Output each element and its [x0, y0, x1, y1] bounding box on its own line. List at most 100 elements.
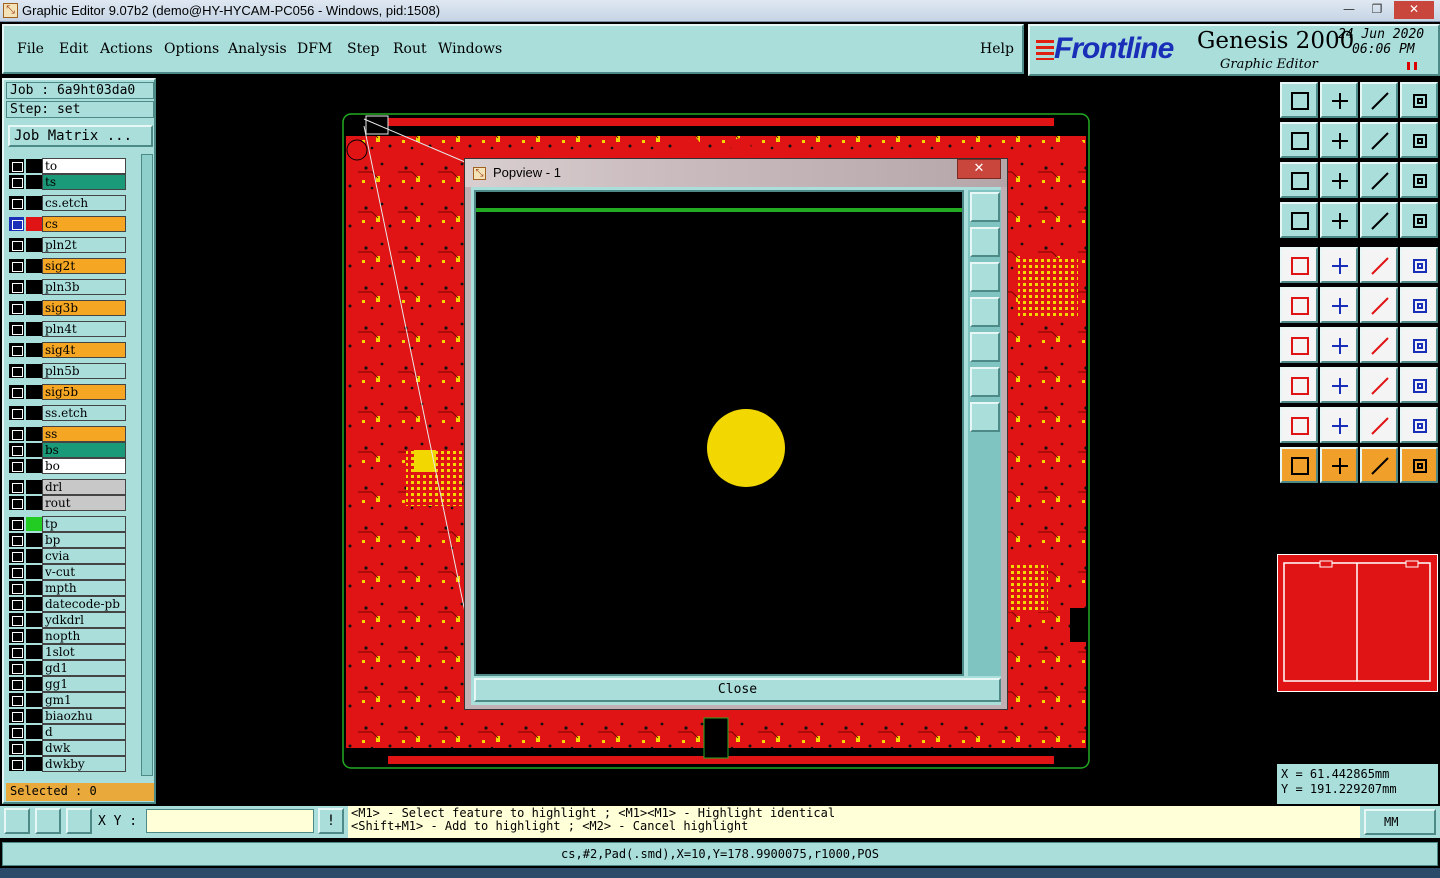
popview-canvas[interactable]: [474, 190, 964, 676]
layer-color-swatch[interactable]: [26, 645, 42, 659]
drc-check-icon[interactable]: [1400, 407, 1438, 443]
add-icon[interactable]: [1320, 247, 1358, 283]
menu-analysis[interactable]: Analysis: [228, 41, 287, 57]
pointer-icon[interactable]: [1280, 447, 1318, 483]
layer-checkbox[interactable]: [9, 549, 24, 563]
layer-name[interactable]: pln2t: [42, 237, 126, 253]
layer-name[interactable]: d: [42, 724, 126, 740]
layer-row[interactable]: drl: [8, 479, 128, 495]
fit-icon[interactable]: [1280, 162, 1318, 198]
layer-checkbox[interactable]: [9, 725, 24, 739]
layer-name[interactable]: dwk: [42, 740, 126, 756]
copy-icon[interactable]: [1400, 287, 1438, 323]
popview-pan-up-icon[interactable]: [970, 227, 1000, 257]
layer-name[interactable]: v-cut: [42, 564, 126, 580]
popview-pan-left-icon[interactable]: [970, 297, 1000, 327]
layer-name[interactable]: pln5b: [42, 363, 126, 379]
layer-row[interactable]: sig5b: [8, 384, 128, 400]
layer-checkbox[interactable]: [9, 196, 24, 210]
layer-color-swatch[interactable]: [26, 709, 42, 723]
layer-row[interactable]: ts: [8, 174, 128, 190]
popview-fit-icon[interactable]: [970, 367, 1000, 397]
layer-name[interactable]: gm1: [42, 692, 126, 708]
pan-right-icon[interactable]: [1320, 122, 1358, 158]
route-icon[interactable]: [1400, 447, 1438, 483]
layer-color-swatch[interactable]: [26, 238, 42, 252]
layer-row[interactable]: pln3b: [8, 279, 128, 295]
layer-checkbox[interactable]: [9, 280, 24, 294]
layer-color-swatch[interactable]: [26, 259, 42, 273]
layer-name[interactable]: cs: [42, 216, 126, 232]
center-icon[interactable]: [1320, 162, 1358, 198]
layer-color-swatch[interactable]: [26, 581, 42, 595]
layer-checkbox[interactable]: [9, 629, 24, 643]
menu-dfm[interactable]: DFM: [297, 41, 332, 57]
menu-windows[interactable]: Windows: [438, 41, 502, 57]
layer-row[interactable]: bs: [8, 442, 128, 458]
measure-icon[interactable]: [1360, 247, 1398, 283]
layer-checkbox[interactable]: [9, 597, 24, 611]
step-icon[interactable]: [1400, 122, 1438, 158]
snap-icon[interactable]: [1360, 202, 1398, 238]
layer-checkbox[interactable]: [9, 259, 24, 273]
layer-checkbox[interactable]: [9, 709, 24, 723]
layer-name[interactable]: 1slot: [42, 644, 126, 660]
layer-checkbox[interactable]: [9, 613, 24, 627]
layer-checkbox[interactable]: [9, 677, 24, 691]
layer-name[interactable]: gg1: [42, 676, 126, 692]
layer-row[interactable]: pln2t: [8, 237, 128, 253]
layer-name[interactable]: cs.etch: [42, 195, 126, 211]
layer-color-swatch[interactable]: [26, 175, 42, 189]
close-window-button[interactable]: ✕: [1394, 1, 1434, 19]
layer-name[interactable]: biaozhu: [42, 708, 126, 724]
layer-row[interactable]: gg1: [8, 676, 128, 692]
popview-center-icon[interactable]: [970, 402, 1000, 432]
connect-icon[interactable]: [1280, 367, 1318, 403]
menu-rout[interactable]: Rout: [393, 41, 427, 57]
layer-checkbox[interactable]: [9, 301, 24, 315]
layer-row[interactable]: sig3b: [8, 300, 128, 316]
layer-color-swatch[interactable]: [26, 496, 42, 510]
xy-input[interactable]: [146, 809, 314, 833]
resize-icon[interactable]: [1360, 367, 1398, 403]
layer-color-swatch[interactable]: [26, 757, 42, 771]
layer-color-swatch[interactable]: [26, 443, 42, 457]
drc-arrow-icon[interactable]: [1360, 407, 1398, 443]
layer-checkbox[interactable]: [9, 364, 24, 378]
layer-name[interactable]: dwkby: [42, 756, 126, 772]
angle-mode-icon[interactable]: [35, 808, 61, 834]
layer-row[interactable]: dwkby: [8, 756, 128, 772]
popview-titlebar[interactable]: ⤡ Popview - 1: [465, 159, 1007, 187]
layer-row[interactable]: mpth: [8, 580, 128, 596]
net-icon[interactable]: [1280, 287, 1318, 323]
layer-name[interactable]: ydkdrl: [42, 612, 126, 628]
layer-checkbox[interactable]: [9, 343, 24, 357]
layer-row[interactable]: cs.etch: [8, 195, 128, 211]
layer-color-swatch[interactable]: [26, 159, 42, 173]
layer-checkbox[interactable]: [9, 581, 24, 595]
layer-checkbox[interactable]: [9, 533, 24, 547]
layer-color-swatch[interactable]: [26, 725, 42, 739]
layer-row[interactable]: biaozhu: [8, 708, 128, 724]
layer-row[interactable]: pln5b: [8, 363, 128, 379]
move-icon[interactable]: [1360, 287, 1398, 323]
select-icon[interactable]: [1280, 247, 1318, 283]
cut-icon[interactable]: [1320, 367, 1358, 403]
layer-name[interactable]: gd1: [42, 660, 126, 676]
layer-row[interactable]: ss: [8, 426, 128, 442]
layer-row[interactable]: sig4t: [8, 342, 128, 358]
rotate-icon[interactable]: [1360, 327, 1398, 363]
pointer-box-icon[interactable]: [1320, 447, 1358, 483]
layer-checkbox[interactable]: [9, 238, 24, 252]
layer-color-swatch[interactable]: [26, 406, 42, 420]
layer-row[interactable]: nopth: [8, 628, 128, 644]
layer-checkbox[interactable]: [9, 175, 24, 189]
layer-name[interactable]: sig3b: [42, 300, 126, 316]
layer-color-swatch[interactable]: [26, 301, 42, 315]
drc-icon[interactable]: [1280, 407, 1318, 443]
layer-checkbox[interactable]: [9, 757, 24, 771]
arc-icon[interactable]: [1320, 327, 1358, 363]
layer-checkbox[interactable]: [9, 661, 24, 675]
layer-color-swatch[interactable]: [26, 533, 42, 547]
pause-icon[interactable]: [1407, 62, 1417, 70]
